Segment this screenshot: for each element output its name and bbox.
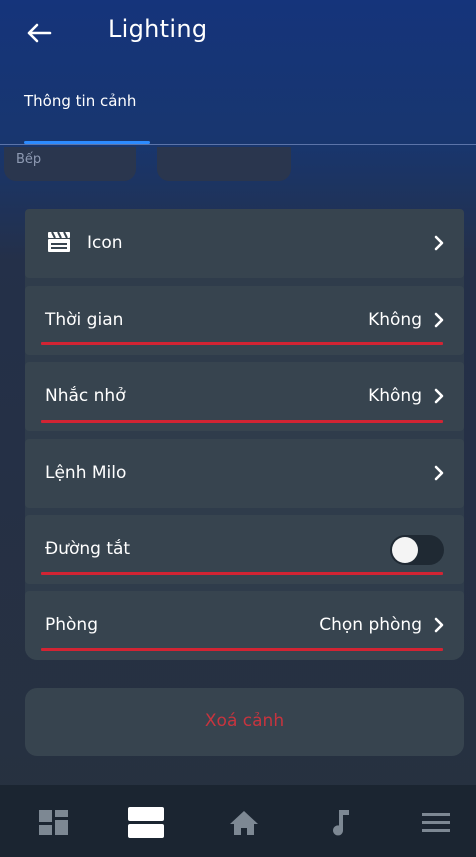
row-milo-command[interactable]: Lệnh Milo	[25, 439, 464, 508]
arrow-left-icon[interactable]	[24, 18, 54, 48]
bottom-navigation	[0, 785, 476, 857]
highlight-underline	[41, 572, 443, 575]
app-header: Lighting Thông tin cảnh	[0, 0, 476, 145]
menu-icon[interactable]	[416, 805, 456, 839]
row-icon-label: Icon	[87, 233, 123, 253]
highlight-underline	[41, 648, 443, 651]
row-icon[interactable]: Icon	[25, 209, 464, 278]
chevron-right-icon	[434, 617, 444, 633]
clapperboard-icon	[48, 231, 70, 252]
highlight-underline	[41, 420, 443, 423]
room-chip-kitchen[interactable]: Bếp	[4, 147, 136, 181]
home-icon[interactable]	[224, 805, 264, 839]
delete-scene-button[interactable]: Xoá cảnh	[25, 688, 464, 756]
room-chip-empty[interactable]	[157, 147, 291, 181]
dashboard-icon[interactable]	[34, 805, 74, 839]
page-title: Lighting	[108, 15, 208, 43]
tab-scene-info[interactable]: Thông tin cảnh	[24, 92, 136, 110]
highlight-underline	[41, 342, 443, 345]
row-reminder-label: Nhắc nhở	[45, 386, 126, 406]
row-room-value: Chọn phòng	[319, 615, 422, 635]
chevron-right-icon	[434, 235, 444, 251]
row-room-label: Phòng	[45, 615, 98, 635]
chevron-right-icon	[434, 312, 444, 328]
chevron-right-icon	[434, 465, 444, 481]
header-divider	[0, 144, 476, 145]
row-reminder-value: Không	[368, 386, 422, 406]
row-milo-label: Lệnh Milo	[45, 463, 127, 483]
row-time-label: Thời gian	[45, 310, 124, 330]
row-shortcut-label: Đường tắt	[45, 539, 131, 559]
shortcut-toggle[interactable]	[390, 535, 444, 565]
scenes-icon[interactable]	[126, 805, 166, 839]
delete-scene-label: Xoá cảnh	[204, 711, 285, 731]
chevron-right-icon	[434, 388, 444, 404]
toggle-knob	[392, 537, 418, 563]
room-chip-label: Bếp	[16, 152, 42, 167]
row-time-value: Không	[368, 310, 422, 330]
music-icon[interactable]	[320, 805, 360, 839]
